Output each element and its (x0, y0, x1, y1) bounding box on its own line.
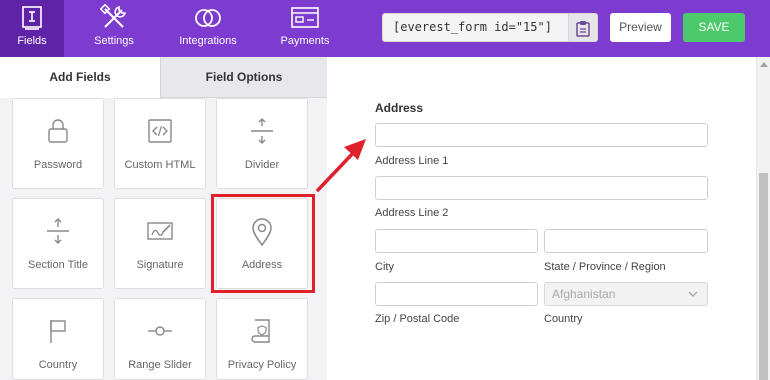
country-label: Country (544, 313, 583, 325)
address-field-title: Address (375, 101, 424, 115)
payments-icon (291, 7, 319, 28)
signature-icon (147, 222, 173, 240)
zip-label: Zip / Postal Code (375, 313, 460, 325)
country-select-value: Afghanistan (552, 287, 616, 301)
zip-input[interactable] (375, 282, 538, 306)
main-scrollbar[interactable] (756, 57, 770, 380)
tools-icon (100, 4, 127, 28)
address-line-1-input[interactable] (375, 123, 708, 147)
field-card-password[interactable]: Password (12, 98, 104, 189)
copy-shortcode-button[interactable] (569, 13, 598, 42)
preview-button[interactable]: Preview (610, 13, 671, 42)
main-scrollbar-thumb[interactable] (759, 173, 768, 380)
nav-settings-label: Settings (94, 35, 134, 47)
scroll-up-arrow-icon[interactable] (760, 62, 768, 67)
code-icon (148, 119, 172, 143)
field-card-label: Country (38, 359, 78, 371)
tab-add-fields[interactable]: Add Fields (0, 57, 160, 98)
field-card-privacy-policy[interactable]: Privacy Policy (216, 298, 308, 380)
nav-integrations-label: Integrations (179, 35, 237, 47)
nav-integrations[interactable]: Integrations (175, 0, 241, 57)
privacy-policy-icon (251, 319, 270, 343)
field-card-country[interactable]: Country (12, 298, 104, 380)
nav-payments[interactable]: Payments (275, 0, 335, 57)
address-line-1-label: Address Line 1 (375, 155, 449, 167)
nav-fields[interactable]: Fields (0, 0, 64, 57)
city-label: City (375, 261, 394, 273)
shortcode-field[interactable]: [everest_form id="15"] (382, 13, 569, 42)
clipboard-icon (576, 21, 590, 37)
field-card-label: Signature (136, 259, 184, 271)
nav-fields-label: Fields (17, 35, 47, 47)
field-card-label: Section Title (28, 259, 88, 271)
field-card-section-title[interactable]: Section Title (12, 198, 104, 289)
field-card-divider[interactable]: Divider (216, 98, 308, 189)
field-card-label: Privacy Policy (227, 359, 297, 371)
address-highlight-box (211, 194, 315, 293)
address-line-2-input[interactable] (375, 176, 708, 200)
lock-icon (48, 119, 68, 143)
save-button[interactable]: SAVE (683, 13, 745, 42)
state-input[interactable] (544, 229, 708, 253)
divider-icon (251, 118, 273, 144)
chevron-down-icon (688, 291, 698, 298)
address-line-2-label: Address Line 2 (375, 207, 449, 219)
tab-field-options[interactable]: Field Options (160, 57, 327, 98)
field-card-label: Custom HTML (124, 159, 196, 171)
nav-payments-label: Payments (280, 35, 330, 47)
country-select[interactable]: Afghanistan (544, 282, 708, 306)
integrations-icon (195, 9, 221, 27)
nav-settings[interactable]: Settings (82, 0, 146, 57)
field-card-range-slider[interactable]: Range Slider (114, 298, 206, 380)
state-label: State / Province / Region (544, 261, 666, 273)
field-card-label: Divider (244, 159, 280, 171)
range-slider-icon (148, 326, 172, 336)
sidebar-scrollbar[interactable] (321, 98, 327, 380)
top-toolbar: Fields Settings Integrations Payments [e… (0, 0, 770, 57)
field-card-label: Range Slider (128, 359, 192, 371)
field-card-custom-html[interactable]: Custom HTML (114, 98, 206, 189)
fields-icon (22, 6, 42, 30)
field-card-label: Password (33, 159, 83, 171)
field-card-signature[interactable]: Signature (114, 198, 206, 289)
city-input[interactable] (375, 229, 538, 253)
flag-icon (50, 320, 66, 343)
section-title-icon (47, 218, 69, 244)
